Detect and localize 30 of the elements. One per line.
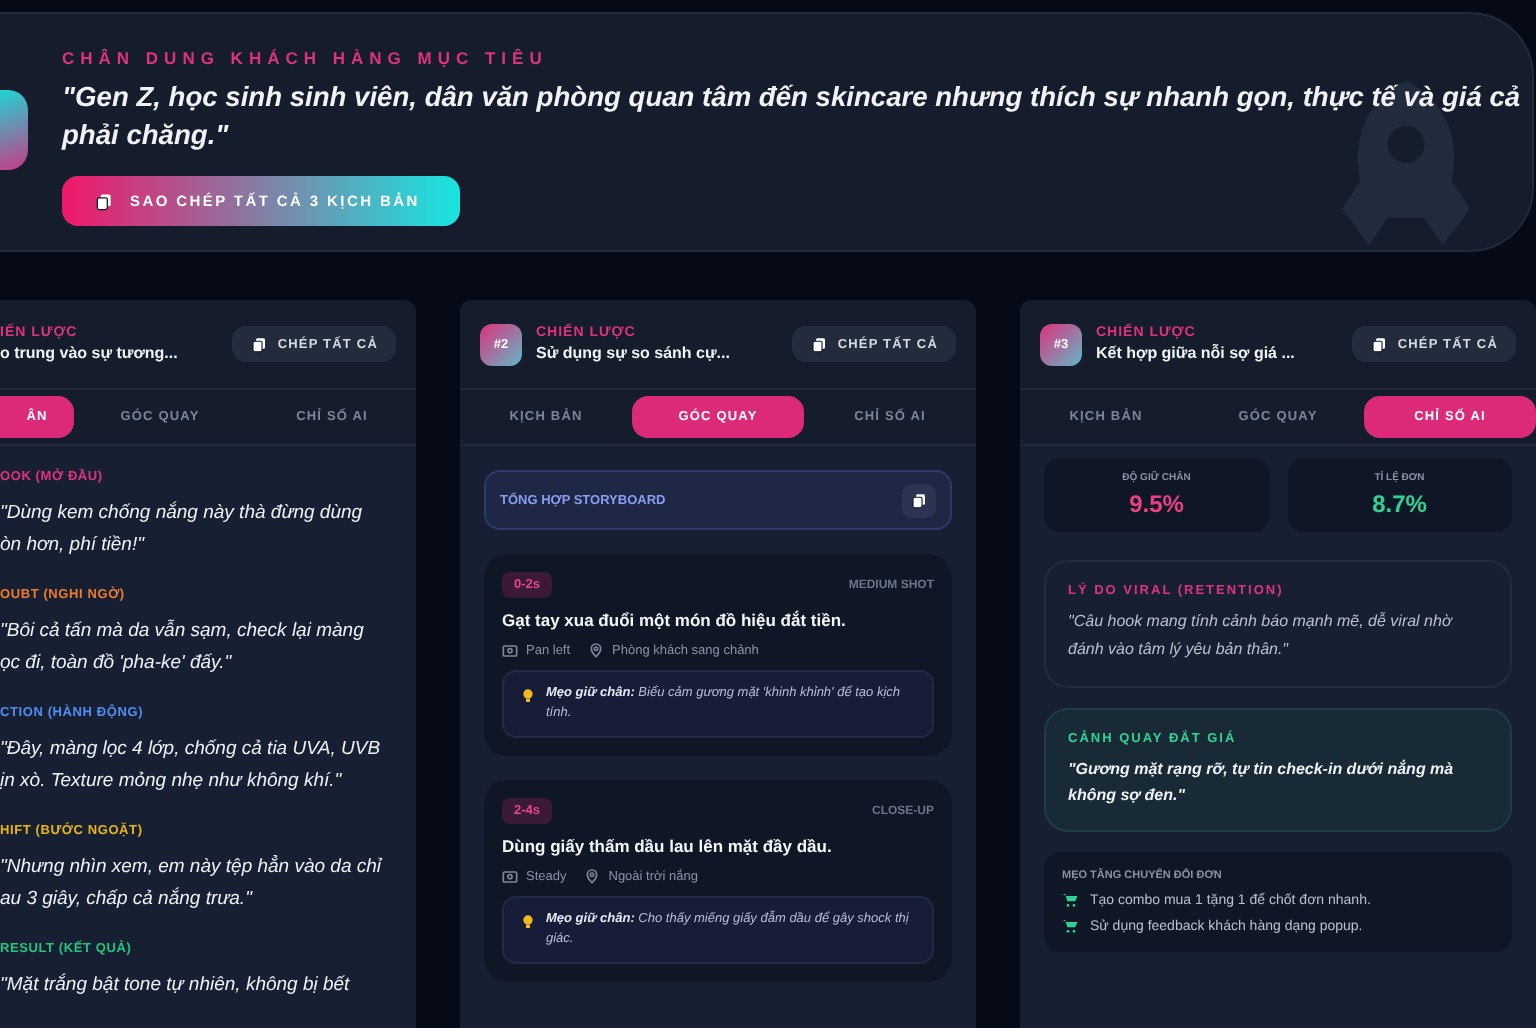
viral-reason: "Câu hook mang tính cảnh báo mạnh mẽ, dễ viral nhờ đánh vào tâm lý yêu bản thân." — [1068, 610, 1455, 662]
section-label: CHÂN DUNG KHÁCH HÀNG MỤC TIÊU — [62, 48, 550, 68]
lightbulb-icon — [520, 686, 536, 706]
metric-value: 8.7% — [1372, 490, 1427, 518]
lightbulb-icon — [520, 912, 536, 932]
metric-value: 9.5% — [1129, 490, 1184, 518]
cart-icon — [1062, 918, 1078, 934]
camera-icon — [502, 868, 518, 884]
location-pin-icon — [588, 642, 605, 658]
copy-icon — [94, 191, 114, 211]
script-line: "Dùng kem chống nắng này thà đừng dùng òn hơn, phí tiền!" — [0, 499, 365, 559]
strategy-title: o trung vào sự tương... — [0, 344, 180, 362]
shot-action: Gạt tay xua đuổi một món đồ hiệu đắt tiền. — [502, 610, 848, 630]
best-shot-text: "Gương mặt rạng rỡ, tự tin check-in dưới nắng mà không sợ đen." — [1068, 757, 1456, 808]
copy-icon — [910, 491, 928, 509]
script-line: "Đây, màng lọc 4 lớp, chống cả tia UVA, UVB ịn xò. Texture mỏng nhẹ như không khí." — [0, 736, 383, 795]
cart-icon — [1062, 892, 1078, 908]
strategy-title: Kết hợp giữa nỗi sợ giá ... — [1096, 344, 1297, 362]
strategy-title: Sử dụng sự so sánh cự... — [536, 344, 732, 362]
camera-icon — [502, 642, 518, 658]
script-line: "Bôi cả tấn mà da vẫn sạm, check lại màng ọc đi, toàn đồ 'pha-ke' đấy." — [0, 617, 366, 677]
copy-button[interactable] — [902, 483, 936, 517]
copy-icon — [809, 335, 828, 353]
shot-action: Dùng giấy thấm dầu lau lên mặt đầy dầu. — [502, 836, 834, 856]
persona-quote: "Gen Z, học sinh sinh viên, dân văn phòng quan tâm đến skincare nhưng thích sự nhanh gọn, thực tế và giá cả phải chăng." — [62, 80, 1522, 154]
copy-icon — [1369, 335, 1388, 353]
script-line: "Nhưng nhìn xem, em này tệp hẳn vào da chỉ au 3 giây, chấp cả nắng trưa." — [0, 853, 384, 913]
location-pin-icon — [584, 868, 601, 884]
copy-icon — [249, 335, 268, 353]
script-line: "Mặt trắng bật tone tự nhiên, không bị bết — [0, 971, 352, 1000]
